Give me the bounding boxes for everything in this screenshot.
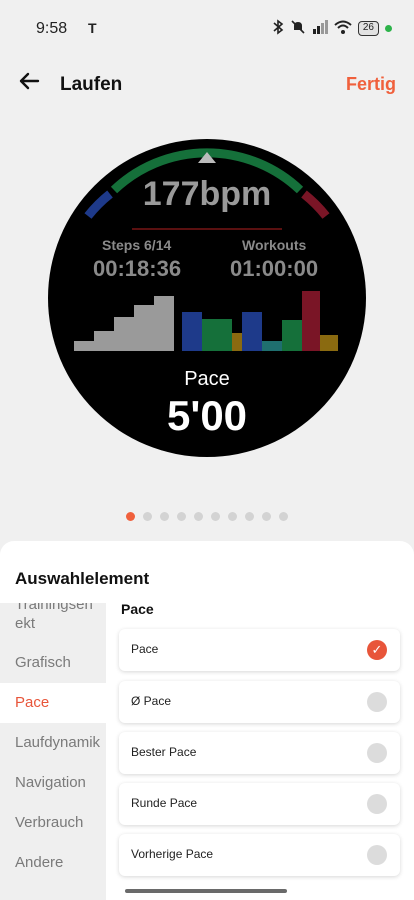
- bar-olive-1: [232, 333, 242, 351]
- workouts-time: 01:00:00: [230, 256, 319, 281]
- sidebar-item-verbrauch[interactable]: Verbrauch: [0, 803, 106, 843]
- sidebar-item-laufdynamik[interactable]: Laufdynamik: [0, 723, 106, 763]
- sidebar-item-grafisch[interactable]: Grafisch: [0, 643, 106, 683]
- bar-gray-5: [154, 296, 174, 351]
- back-arrow-icon[interactable]: [18, 70, 40, 99]
- option-label: Bester Pace: [131, 745, 197, 759]
- radio-unchecked-icon[interactable]: [367, 794, 387, 814]
- bar-red-1: [302, 291, 320, 351]
- sheet-title: Auswahlelement: [15, 569, 150, 588]
- sidebar-item-navigation[interactable]: Navigation: [0, 763, 106, 803]
- bar-blue-1: [182, 312, 202, 351]
- heart-rate-value: 177bpm: [142, 175, 272, 213]
- sidebar-item-label: Navigation: [15, 774, 86, 791]
- steps-label: Steps 6/14: [102, 237, 172, 253]
- page-dot[interactable]: [177, 512, 186, 521]
- option-previous-pace[interactable]: Vorherige Pace: [119, 834, 400, 876]
- option-label: Pace: [131, 642, 159, 656]
- camera-indicator-icon: [385, 25, 392, 32]
- option-pace[interactable]: Pace ✓: [119, 629, 400, 671]
- bar-blue-2: [242, 312, 262, 351]
- page-dot[interactable]: [228, 512, 237, 521]
- selection-sheet: Auswahlelement Trainingsen ekt Grafisch …: [0, 541, 414, 900]
- signal-icon: [312, 20, 328, 37]
- sidebar-item-trainingseffekt[interactable]: Trainingsen ekt: [15, 603, 93, 633]
- bar-gray-3: [114, 317, 134, 351]
- page-indicator: [0, 512, 414, 521]
- done-button[interactable]: Fertig: [346, 74, 396, 95]
- content-section-title: Pace: [121, 601, 154, 617]
- status-bar: 9:58 T 26: [0, 0, 414, 58]
- sidebar-item-label: Laufdynamik: [15, 734, 101, 751]
- bar-teal-1: [262, 341, 282, 351]
- page-dot[interactable]: [262, 512, 271, 521]
- radio-unchecked-icon[interactable]: [367, 845, 387, 865]
- status-icons: 26: [272, 19, 392, 38]
- bar-green-1: [202, 319, 232, 351]
- home-indicator: [125, 889, 287, 893]
- page-dot[interactable]: [245, 512, 254, 521]
- option-label: Ø Pace: [131, 694, 172, 708]
- app-bar: Laufen Fertig: [0, 62, 414, 108]
- bar-gray-1: [74, 341, 94, 351]
- page-dot[interactable]: [194, 512, 203, 521]
- category-sidebar: Trainingsen ekt Grafisch Pace Laufdynami…: [0, 603, 106, 900]
- option-label: Runde Pace: [131, 796, 198, 810]
- watch-face-preview: 177bpm Steps 6/14 00:18:36 Workouts 01:0…: [48, 139, 366, 457]
- sidebar-item-label: Verbrauch: [15, 814, 84, 831]
- page-dot[interactable]: [143, 512, 152, 521]
- option-avg-pace[interactable]: Ø Pace: [119, 681, 400, 723]
- page-dot[interactable]: [126, 512, 135, 521]
- sidebar-item-label: Grafisch: [15, 654, 71, 671]
- bell-muted-icon: [290, 19, 306, 38]
- tesla-icon: T: [88, 20, 97, 36]
- workouts-label: Workouts: [242, 237, 307, 253]
- radio-unchecked-icon[interactable]: [367, 743, 387, 763]
- sidebar-item-pace[interactable]: Pace: [0, 683, 106, 723]
- battery-indicator: 26: [357, 21, 379, 36]
- sidebar-item-label: Trainingsen ekt: [15, 603, 93, 632]
- bar-gray-2: [94, 331, 114, 351]
- page-dot[interactable]: [160, 512, 169, 521]
- pace-label: Pace: [184, 368, 230, 390]
- bar-green-2: [282, 320, 302, 351]
- checkmark-icon[interactable]: ✓: [367, 640, 387, 660]
- steps-bar-chart: [74, 291, 338, 351]
- page-dot[interactable]: [211, 512, 220, 521]
- page-title: Laufen: [60, 74, 123, 95]
- option-best-pace[interactable]: Bester Pace: [119, 732, 400, 774]
- status-time: 9:58: [36, 20, 68, 37]
- pace-value: 5'00: [166, 392, 248, 439]
- radio-unchecked-icon[interactable]: [367, 692, 387, 712]
- sidebar-item-label: Pace: [15, 694, 50, 711]
- option-lap-pace[interactable]: Runde Pace: [119, 783, 400, 825]
- steps-time: 00:18:36: [93, 256, 182, 281]
- bluetooth-icon: [272, 19, 284, 38]
- option-label: Vorherige Pace: [131, 847, 214, 861]
- wifi-icon: [334, 20, 352, 37]
- sidebar-item-label: Andere: [15, 854, 64, 871]
- bar-olive-2: [320, 335, 338, 351]
- bar-gray-4: [134, 305, 154, 351]
- page-dot[interactable]: [279, 512, 288, 521]
- sidebar-item-andere[interactable]: Andere: [0, 843, 106, 883]
